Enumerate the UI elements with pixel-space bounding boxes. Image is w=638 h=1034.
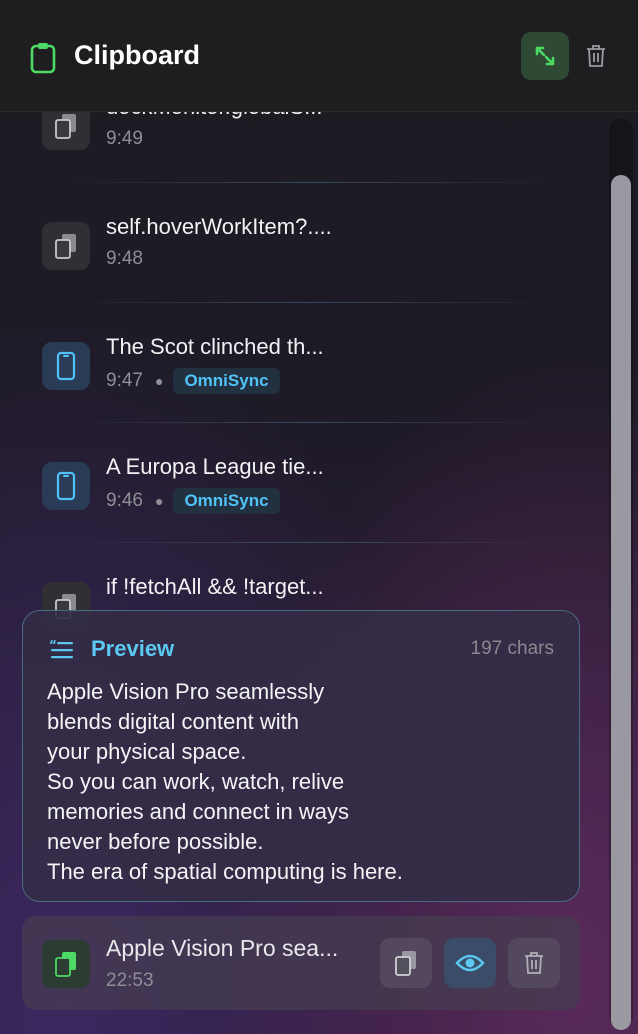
separator-dot: ● xyxy=(154,493,164,509)
expand-arrows-icon xyxy=(535,46,555,66)
clipboard-icon xyxy=(30,43,56,74)
selected-item[interactable]: Apple Vision Pro sea... 22:53 xyxy=(22,916,580,1010)
divider xyxy=(60,542,560,543)
phone-icon xyxy=(42,342,90,390)
item-time: 9:48 xyxy=(106,248,143,269)
item-label: self.hoverWorkItem?.... xyxy=(106,214,332,239)
trash-icon xyxy=(587,45,605,67)
item-label: The Scot clinched th... xyxy=(106,334,324,359)
separator-dot: ● xyxy=(154,373,164,389)
copy-button[interactable] xyxy=(380,938,432,988)
copy-docs-icon xyxy=(42,112,90,150)
scrollbar-thumb[interactable] xyxy=(611,175,631,1030)
selected-item-label: Apple Vision Pro sea... xyxy=(106,935,339,961)
divider xyxy=(60,422,560,423)
list-item[interactable]: The Scot clinched th... 9:47 ● OmniSync xyxy=(0,330,600,450)
item-time: 9:49 xyxy=(106,128,143,149)
divider xyxy=(60,182,560,183)
clear-all-button[interactable] xyxy=(582,42,610,70)
quote-text-icon: “ xyxy=(49,639,73,659)
divider xyxy=(60,302,560,303)
header: Clipboard xyxy=(0,0,638,112)
list-item[interactable]: A Europa League tie... 9:46 ● OmniSync xyxy=(0,450,600,570)
source-badge: OmniSync xyxy=(173,488,280,514)
selected-item-time: 22:53 xyxy=(106,970,154,991)
preview-title: Preview xyxy=(91,636,175,661)
copy-docs-icon xyxy=(42,222,90,270)
phone-icon xyxy=(42,462,90,510)
item-time: 9:47 xyxy=(106,370,143,391)
preview-toggle-button[interactable] xyxy=(444,938,496,988)
app-title: Clipboard xyxy=(74,40,200,70)
eye-icon xyxy=(455,954,485,972)
char-count: 197 chars xyxy=(470,638,554,659)
trash-icon xyxy=(525,952,543,974)
delete-button[interactable] xyxy=(508,938,560,988)
copy-docs-green-icon xyxy=(42,940,90,988)
preview-panel: “ Preview 197 chars Apple Vision Pro sea… xyxy=(22,610,580,902)
preview-text: Apple Vision Pro seamlessly blends digit… xyxy=(47,679,403,884)
copy-icon xyxy=(395,951,416,976)
list-item[interactable]: dockMonitor.globalS... 9:49 xyxy=(0,112,600,210)
source-badge: OmniSync xyxy=(173,368,280,394)
item-label: if !fetchAll && !target... xyxy=(106,574,324,599)
item-time: 9:46 xyxy=(106,490,143,511)
list-item[interactable]: self.hoverWorkItem?.... 9:48 xyxy=(0,210,600,330)
item-label: dockMonitor.globalS... xyxy=(106,112,322,120)
item-label: A Europa League tie... xyxy=(106,454,324,479)
expand-button[interactable] xyxy=(521,32,569,80)
